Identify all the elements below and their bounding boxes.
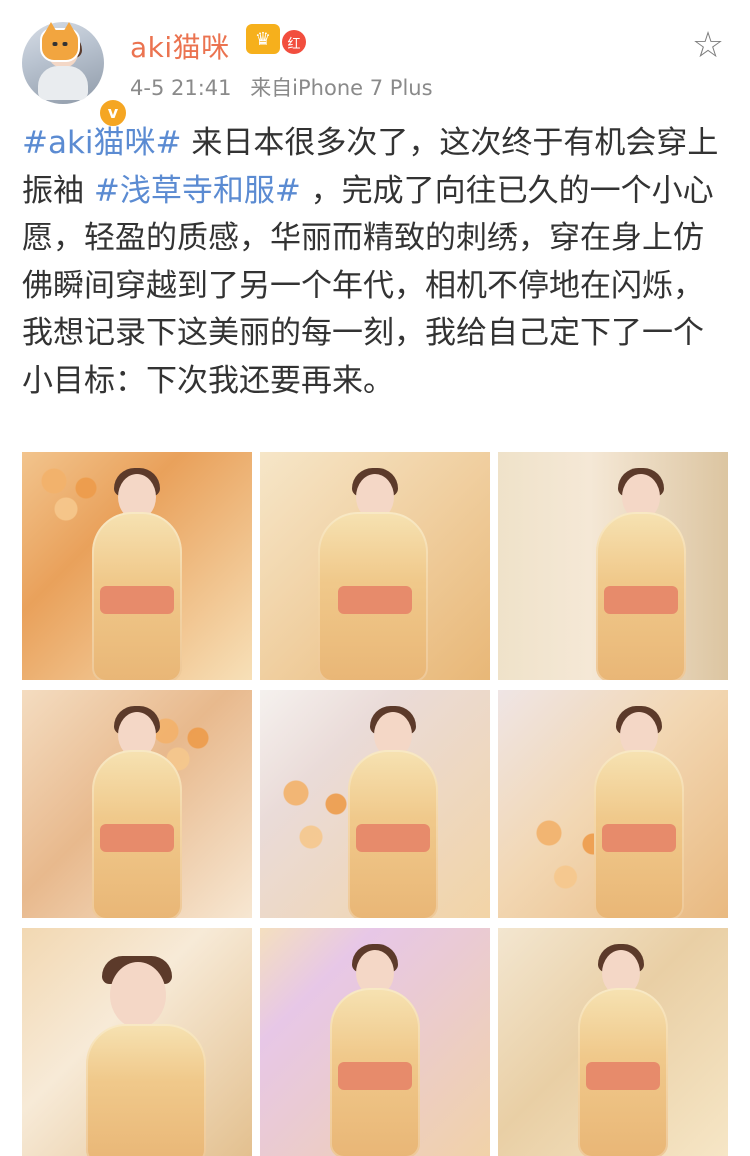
photo-7[interactable]: [22, 928, 252, 1156]
photo-1[interactable]: [22, 452, 252, 680]
post-meta: 4-5 21:41 来自iPhone 7 Plus: [130, 72, 433, 102]
star-outline-icon[interactable]: ☆: [690, 28, 726, 64]
cat-badge-icon: [40, 22, 80, 62]
hashtag-kimono[interactable]: #浅草寺和服#: [94, 173, 301, 209]
post-text: #aki猫咪# 来日本很多次了，这次终于有机会穿上振袖 #浅草寺和服# ，完成了…: [22, 120, 722, 405]
username[interactable]: aki猫咪: [130, 26, 230, 66]
photo-5[interactable]: [260, 690, 490, 918]
photo-8[interactable]: [260, 928, 490, 1156]
photo-9[interactable]: [498, 928, 728, 1156]
photo-3[interactable]: [498, 452, 728, 680]
photo-grid: [22, 452, 728, 1156]
post-header: v aki猫咪 ♛ 红 4-5 21:41 来自iPhone 7 Plus ☆: [0, 0, 750, 128]
avatar[interactable]: v: [22, 22, 128, 128]
red-badge: 红: [282, 30, 306, 54]
photo-4[interactable]: [22, 690, 252, 918]
photo-6[interactable]: [498, 690, 728, 918]
avatar-body: [38, 66, 88, 100]
cat-eyes: [50, 42, 70, 46]
crown-icon: ♛: [246, 24, 280, 54]
flowers-decoration: [30, 460, 110, 530]
timestamp: 4-5 21:41: [130, 76, 232, 100]
photo-2[interactable]: [260, 452, 490, 680]
source[interactable]: 来自iPhone 7 Plus: [250, 76, 432, 100]
hashtag-aki[interactable]: #aki猫咪#: [22, 125, 182, 161]
